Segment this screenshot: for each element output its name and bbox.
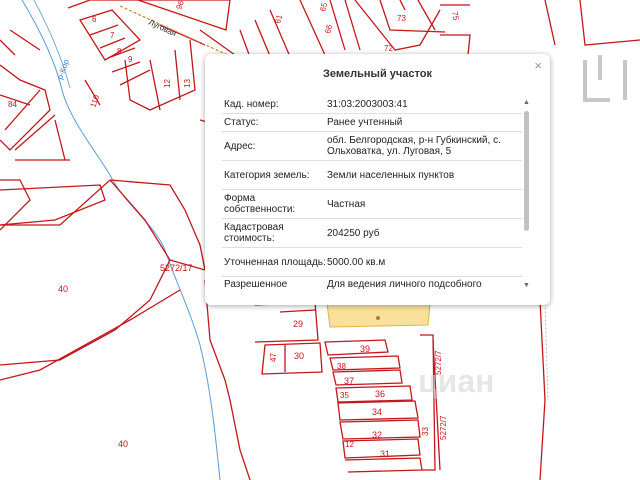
parcel-label-61: 61 — [273, 13, 284, 24]
parcel-label-30: 30 — [294, 351, 304, 361]
parcel-label-35: 35 — [340, 391, 349, 400]
parcel-label-33: 33 — [421, 427, 430, 436]
row-land-category: Категория земель: Земли населенных пункт… — [222, 161, 522, 190]
river-line — [21, 0, 221, 480]
parcel-label-13: 13 — [183, 79, 192, 88]
row-status: Статус: Ранее учтенный — [222, 114, 522, 132]
row-label: Кадастровая стоимость: — [224, 222, 284, 244]
parcel-label-66: 66 — [323, 23, 334, 34]
row-label: Уточненная площадь: — [224, 256, 326, 268]
parcel-label-75: 75 — [450, 11, 461, 22]
row-label: Разрешенное — [224, 279, 288, 290]
parcel-label-96: 96 — [174, 0, 186, 11]
parcel-label-73: 73 — [397, 14, 406, 23]
row-value: Для ведения личного подсобного — [327, 279, 482, 290]
row-value: Ранее учтенный — [327, 117, 403, 128]
row-value: Частная — [327, 198, 366, 210]
scroll-thumb[interactable] — [524, 111, 529, 231]
row-value: Земли населенных пунктов — [327, 169, 455, 181]
row-value: 204250 руб — [327, 227, 380, 239]
parcel-label-34: 34 — [372, 407, 382, 417]
watermark: циан — [418, 363, 495, 399]
parcel-label-72: 72 — [384, 44, 393, 53]
parcel-label-29: 29 — [293, 319, 303, 329]
parcel-label-6: 6 — [92, 15, 97, 24]
parcel-label-31: 31 — [380, 449, 390, 459]
scroll-up-icon[interactable]: ▲ — [523, 99, 530, 106]
parcel-label-9: 9 — [128, 55, 133, 64]
row-area: Уточненная площадь: 5000.00 кв.м — [222, 248, 522, 277]
parcel-label-38: 38 — [337, 362, 346, 371]
popup-title: Земельный участок — [323, 68, 432, 80]
parcel-label-12: 12 — [163, 79, 172, 88]
parcel-label-84: 84 — [8, 100, 17, 109]
parcel-label-47: 47 — [269, 353, 278, 362]
row-value: 5000.00 кв.м — [327, 256, 386, 268]
parcel-info-table: Кад. номер: 31:03:2003003:41 Статус: Ран… — [222, 96, 522, 292]
parcel-label-7: 7 — [110, 31, 115, 40]
row-label: Адрес: — [224, 140, 256, 152]
chevron-down-icon[interactable]: ▼ — [523, 282, 530, 289]
row-cadastral-number: Кад. номер: 31:03:2003003:41 — [222, 96, 522, 114]
popup-scrollbar[interactable]: ▲ ▼ — [523, 99, 531, 299]
selected-marker — [376, 316, 380, 320]
street-label: Луговая — [147, 18, 178, 39]
parcel-label-40-lower: 40 — [118, 439, 128, 449]
parcel-label-65: 65 — [318, 1, 329, 12]
row-label: Категория земель: — [224, 169, 310, 181]
parcel-label-5272-17: 5272/17 — [160, 263, 193, 273]
row-cadastral-value: Кадастровая стоимость: 204250 руб — [222, 219, 522, 248]
parcel-label-8: 8 — [117, 47, 122, 56]
parcel-label-36: 36 — [375, 389, 385, 399]
parcel-label-40-upper: 40 — [58, 284, 68, 294]
buildings — [583, 55, 627, 102]
parcel-label-32: 32 — [372, 430, 382, 440]
parcel-label-5272-7-lower: 5272/7 — [439, 415, 448, 440]
row-value: 31:03:2003003:41 — [327, 99, 408, 110]
parcel-label-110: 110 — [88, 93, 101, 109]
parcel-info-popup: × Земельный участок Кад. номер: 31:03:20… — [205, 54, 550, 305]
selected-parcel[interactable] — [326, 303, 431, 328]
row-label: Статус: — [224, 117, 259, 128]
parcel-label-12b: 12 — [345, 440, 354, 449]
row-value: обл. Белгородская, р-н Губкинский, с. Ол… — [327, 135, 501, 157]
parcel-label-37: 37 — [344, 376, 354, 386]
row-label: Форма собственности: — [224, 193, 296, 215]
river-label: р-Кор — [55, 58, 71, 81]
parcel-label-39: 39 — [360, 344, 370, 354]
row-ownership: Форма собственности: Частная — [222, 190, 522, 219]
row-permitted-use: Разрешенное Для ведения личного подсобно… — [222, 277, 522, 292]
row-label: Кад. номер: — [224, 99, 279, 110]
row-address: Адрес: обл. Белгородская, р-н Губкинский… — [222, 132, 522, 161]
